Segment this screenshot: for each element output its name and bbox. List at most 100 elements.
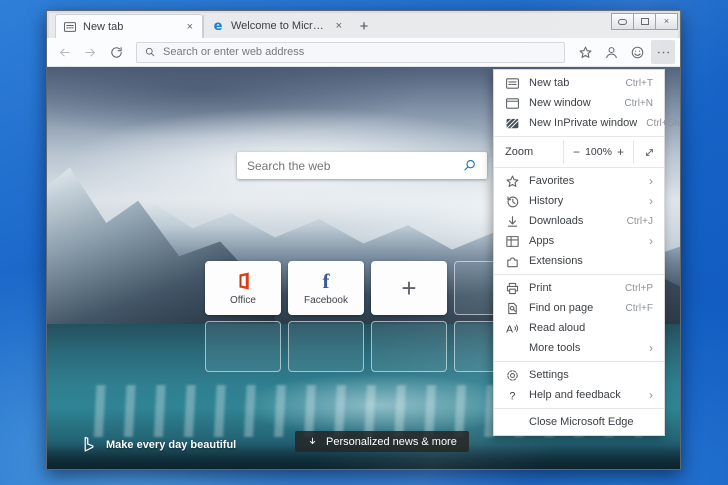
new-tab-button[interactable]: + (351, 14, 377, 38)
new-tab-page: Search the web OfficefFacebook+ Make eve… (47, 67, 680, 469)
smiley-icon (630, 45, 645, 60)
print-icon (505, 281, 520, 296)
menu-item-settings[interactable]: Settings (494, 365, 664, 385)
star-icon (578, 45, 593, 60)
menu-item-label: Settings (529, 369, 653, 381)
menu-item-shortcut: Ctrl+J (627, 216, 653, 227)
extensions-icon (505, 254, 520, 269)
new-tab-page-icon (505, 76, 520, 91)
menu-item-label: History (529, 195, 640, 207)
close-icon: × (664, 17, 669, 26)
menu-item-shortcut: Ctrl+Shift+N (646, 118, 680, 129)
maximize-button[interactable] (633, 13, 656, 30)
menu-item-close-microsoft-edge[interactable]: Close Microsoft Edge (494, 412, 664, 432)
tab-close-icon[interactable]: × (334, 20, 344, 32)
facebook-logo-icon: f (315, 270, 337, 292)
quick-link-tile-add[interactable]: + (371, 261, 447, 315)
download-icon (505, 214, 520, 229)
search-placeholder: Search the web (247, 159, 330, 173)
menu-item-extensions[interactable]: Extensions (494, 251, 664, 271)
menu-item-shortcut: Ctrl+F (626, 303, 654, 314)
back-button[interactable] (52, 40, 76, 64)
settings-icon (505, 368, 520, 383)
menu-item-label: Help and feedback (529, 389, 640, 401)
office-logo-icon (232, 270, 254, 292)
web-search-box[interactable]: Search the web (237, 152, 487, 179)
menu-item-label: New window (529, 97, 615, 109)
zoom-value: 100% (585, 146, 612, 158)
help-icon: ? (505, 388, 520, 403)
menu-item-label: New InPrivate window (529, 117, 637, 129)
menu-item-favorites[interactable]: Favorites› (494, 171, 664, 191)
menu-item-label: Read aloud (529, 322, 653, 334)
empty-tile-slot[interactable] (371, 321, 447, 372)
fullscreen-button[interactable] (634, 140, 664, 164)
menu-item-new-tab[interactable]: New tabCtrl+T (494, 73, 664, 93)
chevron-right-icon: › (649, 175, 653, 187)
zoom-controls: −100% + (563, 140, 634, 164)
fullscreen-icon (643, 146, 656, 159)
zoom-label: Zoom (494, 140, 563, 164)
tab-close-icon[interactable]: × (185, 21, 195, 33)
tab-inactive[interactable]: eWelcome to Microsoft Edge Can× (203, 14, 351, 38)
feedback-button[interactable] (625, 40, 649, 64)
menu-separator (494, 274, 664, 275)
quick-link-tile-facebook[interactable]: fFacebook (288, 261, 364, 315)
address-bar[interactable]: Search or enter web address (136, 42, 565, 63)
star-icon (505, 174, 520, 189)
menu-item-shortcut: Ctrl+P (625, 283, 653, 294)
forward-icon (83, 45, 98, 60)
menu-item-new-inprivate-window[interactable]: New InPrivate windowCtrl+Shift+N (494, 113, 664, 133)
bing-icon (81, 436, 96, 453)
menu-item-history[interactable]: History› (494, 191, 664, 211)
news-button-label: Personalized news & more (326, 436, 457, 448)
menu-item-label: Extensions (529, 255, 653, 267)
menu-item-new-window[interactable]: New window Ctrl+N (494, 93, 664, 113)
menu-item-shortcut: Ctrl+N (624, 98, 653, 109)
empty-tile-slot[interactable] (205, 321, 281, 372)
menu-item-find-on-page[interactable]: Find on page Ctrl+F (494, 298, 664, 318)
find-icon (505, 301, 520, 316)
menu-item-downloads[interactable]: DownloadsCtrl+J (494, 211, 664, 231)
wallpaper-cloud (47, 67, 427, 139)
menu-item-label: More tools (529, 342, 640, 354)
bing-footer: Make every day beautiful (81, 436, 236, 453)
menu-item-label: Find on page (529, 302, 617, 314)
empty-tile-slot[interactable] (288, 321, 364, 372)
close-button[interactable]: × (655, 13, 678, 30)
desktop-background: New tab×eWelcome to Microsoft Edge Can× … (0, 0, 728, 485)
menu-item-print[interactable]: Print Ctrl+P (494, 278, 664, 298)
svg-text:?: ? (509, 390, 515, 402)
new-window-icon (505, 96, 520, 111)
tab-active[interactable]: New tab× (55, 14, 203, 38)
browser-toolbar: Search or enter web address (47, 38, 680, 67)
zoom-in-button[interactable]: + (617, 145, 624, 159)
edge-logo-icon: e (211, 19, 225, 33)
person-icon (604, 45, 619, 60)
inprivate-icon (505, 116, 520, 131)
tab-strip: New tab×eWelcome to Microsoft Edge Can× … (47, 11, 680, 38)
profile-button[interactable] (599, 40, 623, 64)
favorites-button[interactable] (573, 40, 597, 64)
refresh-button[interactable] (104, 40, 128, 64)
apps-icon (505, 234, 520, 249)
menu-item-label: Print (529, 282, 616, 294)
search-icon[interactable] (462, 158, 477, 173)
refresh-icon (109, 45, 124, 60)
menu-item-read-aloud[interactable]: ARead aloud (494, 318, 664, 338)
minimize-button[interactable] (611, 13, 634, 30)
settings-and-more-button[interactable] (651, 40, 675, 64)
forward-button[interactable] (78, 40, 102, 64)
menu-separator (494, 361, 664, 362)
address-placeholder: Search or enter web address (163, 46, 304, 58)
menu-item-label: Close Microsoft Edge (529, 416, 653, 428)
window-caption-buttons: × (612, 13, 678, 30)
personalized-news-button[interactable]: Personalized news & more (295, 431, 469, 452)
menu-item-apps[interactable]: Apps› (494, 231, 664, 251)
zoom-out-button[interactable]: − (573, 145, 580, 159)
maximize-icon (641, 18, 649, 25)
quick-link-tile-office[interactable]: Office (205, 261, 281, 315)
menu-separator (494, 136, 664, 137)
menu-item-help-and-feedback[interactable]: ?Help and feedback› (494, 385, 664, 405)
menu-item-more-tools[interactable]: More tools› (494, 338, 664, 358)
